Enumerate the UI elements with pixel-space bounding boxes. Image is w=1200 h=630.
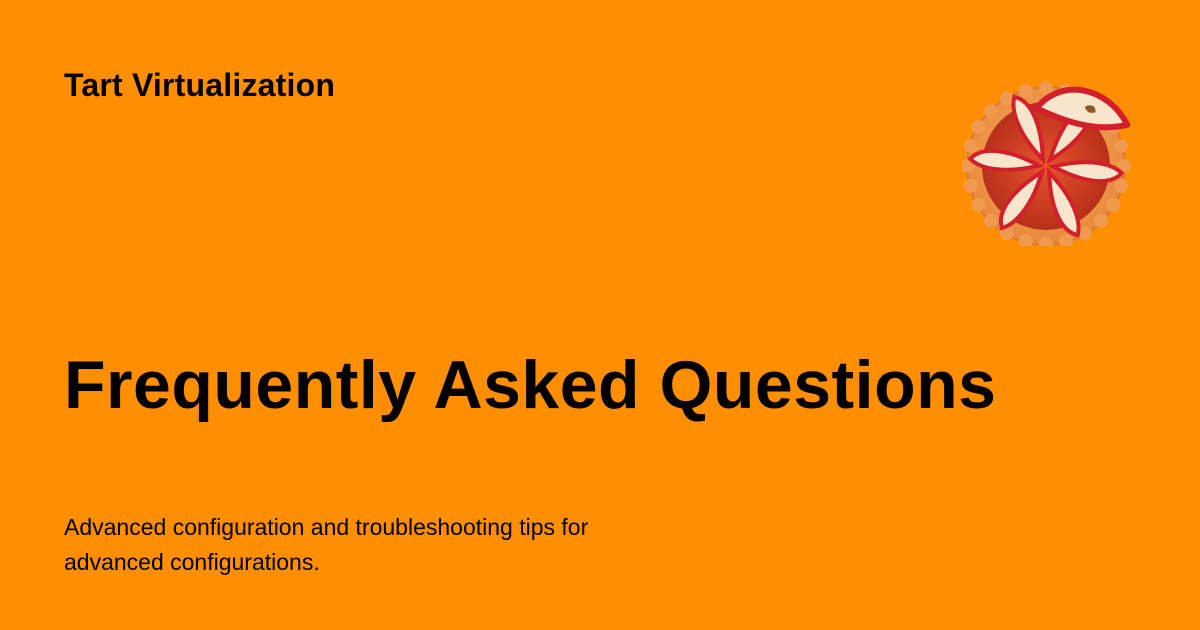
page-description: Advanced configuration and troubleshooti… [64, 514, 589, 575]
page-title: Frequently Asked Questions [64, 347, 997, 423]
apple-tart-icon [962, 80, 1142, 246]
site-name: Tart Virtualization [64, 67, 336, 103]
